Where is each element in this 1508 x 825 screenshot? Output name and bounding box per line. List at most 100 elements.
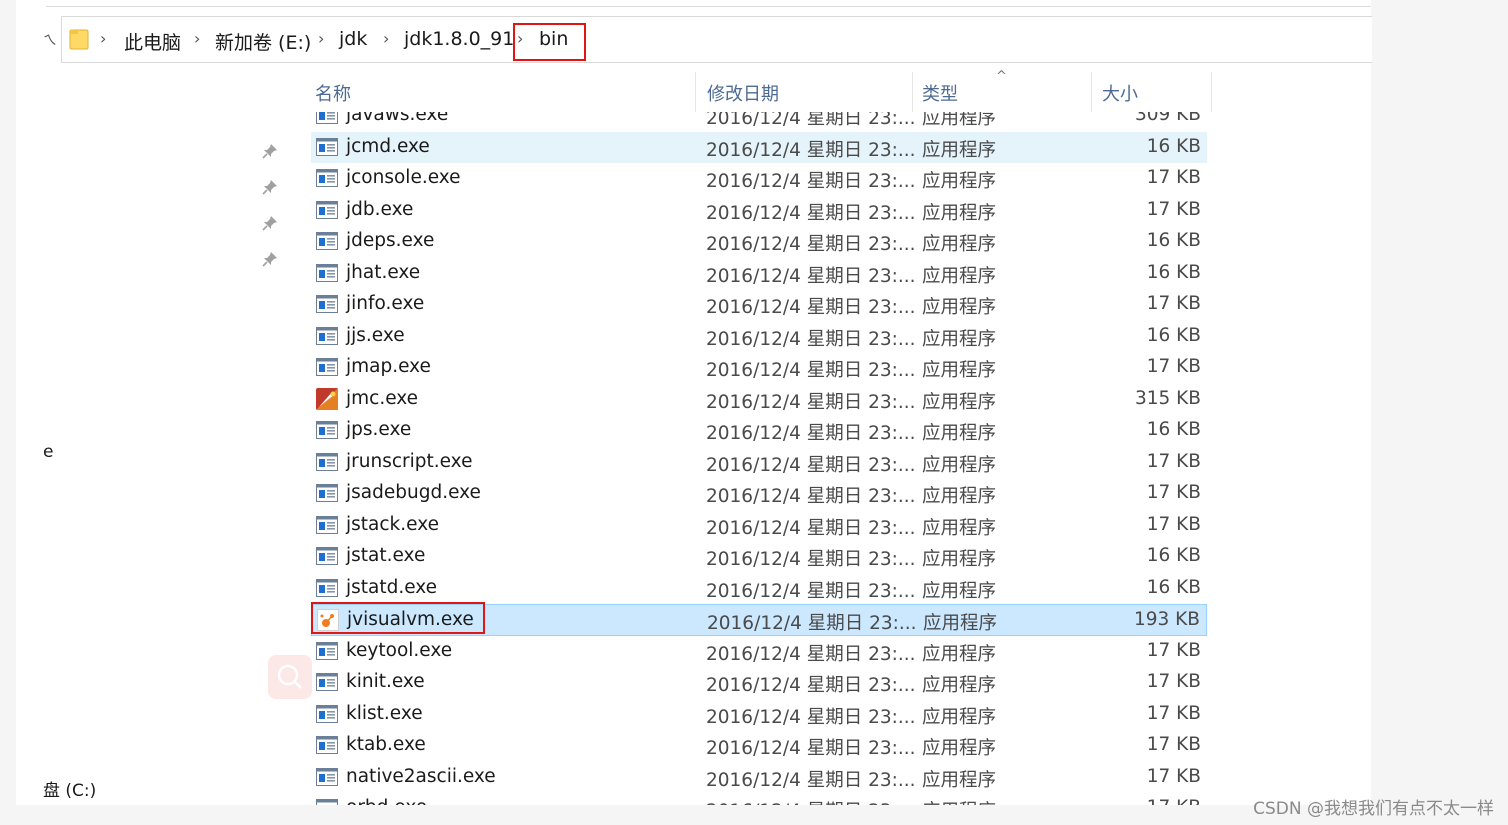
file-type: 应用程序 <box>922 738 997 759</box>
file-modified-date: 2016/12/4 星期日 23:... <box>706 328 916 350</box>
file-modified-date: 2016/12/4 星期日 23:... <box>706 706 916 728</box>
file-type: 应用程序 <box>923 613 998 634</box>
file-name: jmc.exe <box>346 387 419 409</box>
nav-fragment-mid: e <box>43 442 54 462</box>
file-row[interactable]: jconsole.exe 2016/12/4 星期日 23:... 应用程序 17 K… <box>311 163 1207 195</box>
column-divider[interactable] <box>1091 72 1092 112</box>
app-window-icon <box>316 169 338 187</box>
file-row[interactable]: native2ascii.exe 2016/12/4 星期日 23:... 应用程序… <box>311 762 1207 794</box>
pin-icon[interactable] <box>262 251 278 267</box>
file-row[interactable]: orbd.exe 2016/12/4 星期日 23:... 应用程序 17 KB <box>311 793 1207 805</box>
file-name: jcmd.exe <box>346 135 430 157</box>
file-size: 16 KB <box>1146 261 1201 283</box>
file-row[interactable]: jsadebugd.exe 2016/12/4 星期日 23:... 应用程序 17 … <box>311 478 1207 510</box>
column-header-type[interactable]: 类型 <box>922 80 958 106</box>
file-size: 16 KB <box>1146 324 1201 346</box>
breadcrumb-jdk[interactable]: jdk <box>339 28 367 50</box>
file-row[interactable]: keytool.exe 2016/12/4 星期日 23:... 应用程序 17 KB <box>311 636 1207 668</box>
pin-icon[interactable] <box>262 215 278 231</box>
app-window-icon <box>316 200 338 219</box>
file-size: 17 KB <box>1146 671 1201 692</box>
file-row[interactable]: klist.exe 2016/12/4 星期日 23:... 应用程序 17 KB <box>311 699 1207 731</box>
app-window-icon <box>316 295 338 313</box>
file-name: jstack.exe <box>346 513 439 535</box>
app-window-icon <box>316 799 338 805</box>
app-window-icon <box>316 452 338 471</box>
app-window-icon <box>316 484 338 502</box>
file-type: 应用程序 <box>922 328 997 350</box>
file-modified-date: 2016/12/4 星期日 23:... <box>706 423 916 444</box>
app-window-icon <box>316 263 338 282</box>
file-name: jdb.exe <box>346 198 414 220</box>
file-row[interactable]: kinit.exe 2016/12/4 星期日 23:... 应用程序 17 KB <box>311 667 1207 699</box>
file-modified-date: 2016/12/4 星期日 23:... <box>706 265 916 287</box>
file-size: 193 KB <box>1133 609 1200 630</box>
file-type: 应用程序 <box>922 549 997 570</box>
file-modified-date: 2016/12/4 星期日 23:... <box>706 202 916 224</box>
file-size: 17 KB <box>1147 797 1201 805</box>
nav-item-drive-c[interactable]: 盘 (C:) <box>43 776 96 801</box>
app-window-icon <box>316 326 338 345</box>
file-row[interactable]: javaws.exe 2016/12/4 星期日 23:... 应用程序 309 KB <box>311 112 1207 132</box>
file-size: 315 KB <box>1134 387 1201 409</box>
file-size: 17 KB <box>1146 765 1201 787</box>
file-size: 16 KB <box>1146 135 1201 157</box>
file-modified-date: 2016/12/4 星期日 23:... <box>706 486 916 507</box>
file-row[interactable]: jstat.exe 2016/12/4 星期日 23:... 应用程序 16 KB <box>311 541 1207 573</box>
file-modified-date: 2016/12/4 星期日 23:... <box>706 797 916 805</box>
file-name: klist.exe <box>346 702 423 724</box>
file-row[interactable]: jmc.exe 2016/12/4 星期日 23:... 应用程序 315 KB <box>311 384 1207 416</box>
file-row[interactable]: jdeps.exe 2016/12/4 星期日 23:... 应用程序 16 KB <box>311 226 1207 258</box>
pin-icon[interactable] <box>262 179 278 195</box>
file-row[interactable]: jps.exe 2016/12/4 星期日 23:... 应用程序 16 KB <box>311 415 1207 447</box>
file-row[interactable]: jdb.exe 2016/12/4 星期日 23:... 应用程序 17 KB <box>311 195 1207 227</box>
pin-icon[interactable] <box>262 143 278 159</box>
file-row[interactable]: jstatd.exe 2016/12/4 星期日 23:... 应用程序 16 KB <box>311 573 1207 605</box>
file-modified-date: 2016/12/4 星期日 23:... <box>706 580 916 602</box>
column-divider[interactable] <box>695 72 696 112</box>
app-window-icon <box>316 673 338 691</box>
app-window-icon <box>316 736 338 754</box>
search-icon <box>277 664 302 689</box>
file-name: jconsole.exe <box>346 167 461 188</box>
file-modified-date: 2016/12/4 星期日 23:... <box>706 549 916 570</box>
file-modified-date: 2016/12/4 星期日 23:... <box>706 675 916 696</box>
file-size: 17 KB <box>1146 639 1201 661</box>
column-divider[interactable] <box>912 72 913 112</box>
chevron-right-icon: › <box>100 29 107 48</box>
breadcrumb-volume-e[interactable]: 新加卷 (E:) <box>215 28 311 55</box>
breadcrumb-this-pc[interactable]: 此电脑 <box>124 28 181 55</box>
floating-search-button[interactable] <box>268 655 312 699</box>
column-header-name[interactable]: 名称 <box>315 80 351 106</box>
app-window-icon <box>316 515 338 534</box>
column-header-size[interactable]: 大小 <box>1102 80 1138 106</box>
column-divider[interactable] <box>1211 72 1212 112</box>
file-row[interactable]: jstack.exe 2016/12/4 星期日 23:... 应用程序 17 KB <box>311 510 1207 542</box>
file-type: 应用程序 <box>922 234 997 255</box>
file-modified-date: 2016/12/4 星期日 23:... <box>706 738 916 759</box>
chevron-right-icon: › <box>383 29 390 48</box>
file-name: jmap.exe <box>346 356 431 377</box>
file-name: jps.exe <box>346 419 412 440</box>
file-modified-date: 2016/12/4 星期日 23:... <box>706 139 916 161</box>
breadcrumb-jdk-version[interactable]: jdk1.8.0_91 <box>404 28 514 50</box>
file-name: jstat.exe <box>346 545 426 566</box>
mission-control-icon <box>316 387 338 410</box>
file-row[interactable]: jmap.exe 2016/12/4 星期日 23:... 应用程序 17 KB <box>311 352 1207 384</box>
nav-fragment-top: ㄟ <box>43 33 57 49</box>
file-row[interactable]: jrunscript.exe 2016/12/4 星期日 23:... 应用程序 17… <box>311 447 1207 479</box>
file-row[interactable]: jjs.exe 2016/12/4 星期日 23:... 应用程序 16 KB <box>311 321 1207 353</box>
folder-icon <box>69 29 89 50</box>
file-row[interactable]: jhat.exe 2016/12/4 星期日 23:... 应用程序 16 KB <box>311 258 1207 290</box>
file-row[interactable]: jinfo.exe 2016/12/4 星期日 23:... 应用程序 17 KB <box>311 289 1207 321</box>
file-type: 应用程序 <box>922 112 997 129</box>
file-modified-date: 2016/12/4 星期日 23:... <box>706 297 916 318</box>
file-row[interactable]: ktab.exe 2016/12/4 星期日 23:... 应用程序 17 KB <box>311 730 1207 762</box>
app-window-icon <box>316 112 338 124</box>
file-modified-date: 2016/12/4 星期日 23:... <box>706 391 916 413</box>
file-row[interactable]: jcmd.exe 2016/12/4 星期日 23:... 应用程序 16 KB <box>311 131 1207 163</box>
address-bar[interactable]: › 此电脑 › 新加卷 (E:) › jdk › jdk1.8.0_91 › b… <box>61 16 1372 63</box>
column-header-date[interactable]: 修改日期 <box>707 80 779 106</box>
app-window-icon <box>316 641 338 660</box>
file-type: 应用程序 <box>922 517 997 539</box>
